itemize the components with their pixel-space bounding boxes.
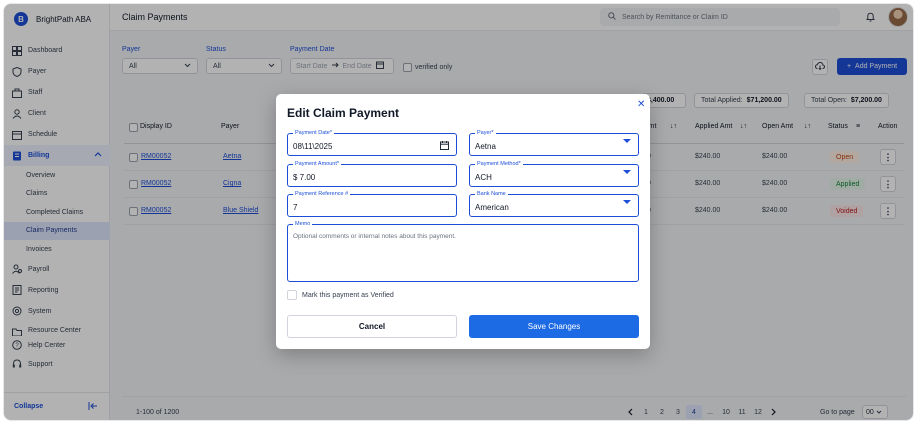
payment-amount-label: Payment Amount* bbox=[293, 161, 342, 168]
cancel-button[interactable]: Cancel bbox=[287, 315, 457, 338]
caret-down-icon bbox=[623, 200, 631, 213]
memo-label: Memo bbox=[293, 221, 313, 228]
payment-amount-value: $ 7.00 bbox=[293, 173, 316, 182]
payment-reference-label: Payment Reference # bbox=[293, 191, 351, 198]
memo-textarea[interactable]: Memo Optional comments or internal notes… bbox=[287, 221, 639, 282]
app-window: B BrightPath ABA Dashboard Payer Staff C… bbox=[3, 3, 914, 421]
payer-select[interactable]: Payer* Aetna bbox=[469, 130, 639, 156]
payment-reference-value: 7 bbox=[293, 203, 298, 212]
caret-down-icon bbox=[623, 170, 631, 183]
mark-verified-option[interactable]: Mark this payment as Verified bbox=[287, 290, 394, 300]
mark-verified-checkbox[interactable] bbox=[287, 290, 297, 300]
memo-placeholder: Optional comments or internal notes abou… bbox=[293, 233, 456, 240]
payment-date-label: Payment Date* bbox=[293, 130, 334, 137]
payment-method-value: ACH bbox=[475, 173, 492, 182]
bank-name-label: Bank Name bbox=[475, 191, 508, 198]
save-changes-button[interactable]: Save Changes bbox=[469, 315, 639, 338]
dialog-title: Edit Claim Payment bbox=[287, 106, 400, 120]
payment-amount-field[interactable]: Payment Amount* $ 7.00 bbox=[287, 161, 457, 187]
calendar-icon[interactable] bbox=[440, 141, 449, 152]
payer-value: Aetna bbox=[475, 142, 496, 151]
caret-down-icon bbox=[623, 139, 631, 152]
payment-date-field[interactable]: Payment Date* 08\11\2025 bbox=[287, 130, 457, 156]
payment-method-select[interactable]: Payment Method* ACH bbox=[469, 161, 639, 187]
bank-name-select[interactable]: Bank Name American bbox=[469, 191, 639, 217]
bank-name-value: American bbox=[475, 203, 509, 212]
payer-label: Payer* bbox=[475, 130, 496, 137]
edit-claim-payment-dialog: Edit Claim Payment ✕ Payment Date* 08\11… bbox=[276, 94, 650, 349]
payment-method-label: Payment Method* bbox=[475, 161, 523, 168]
mark-verified-label: Mark this payment as Verified bbox=[302, 291, 394, 299]
payment-reference-field[interactable]: Payment Reference # 7 bbox=[287, 191, 457, 217]
payment-date-value: 08\11\2025 bbox=[293, 142, 333, 151]
close-icon[interactable]: ✕ bbox=[637, 99, 645, 110]
